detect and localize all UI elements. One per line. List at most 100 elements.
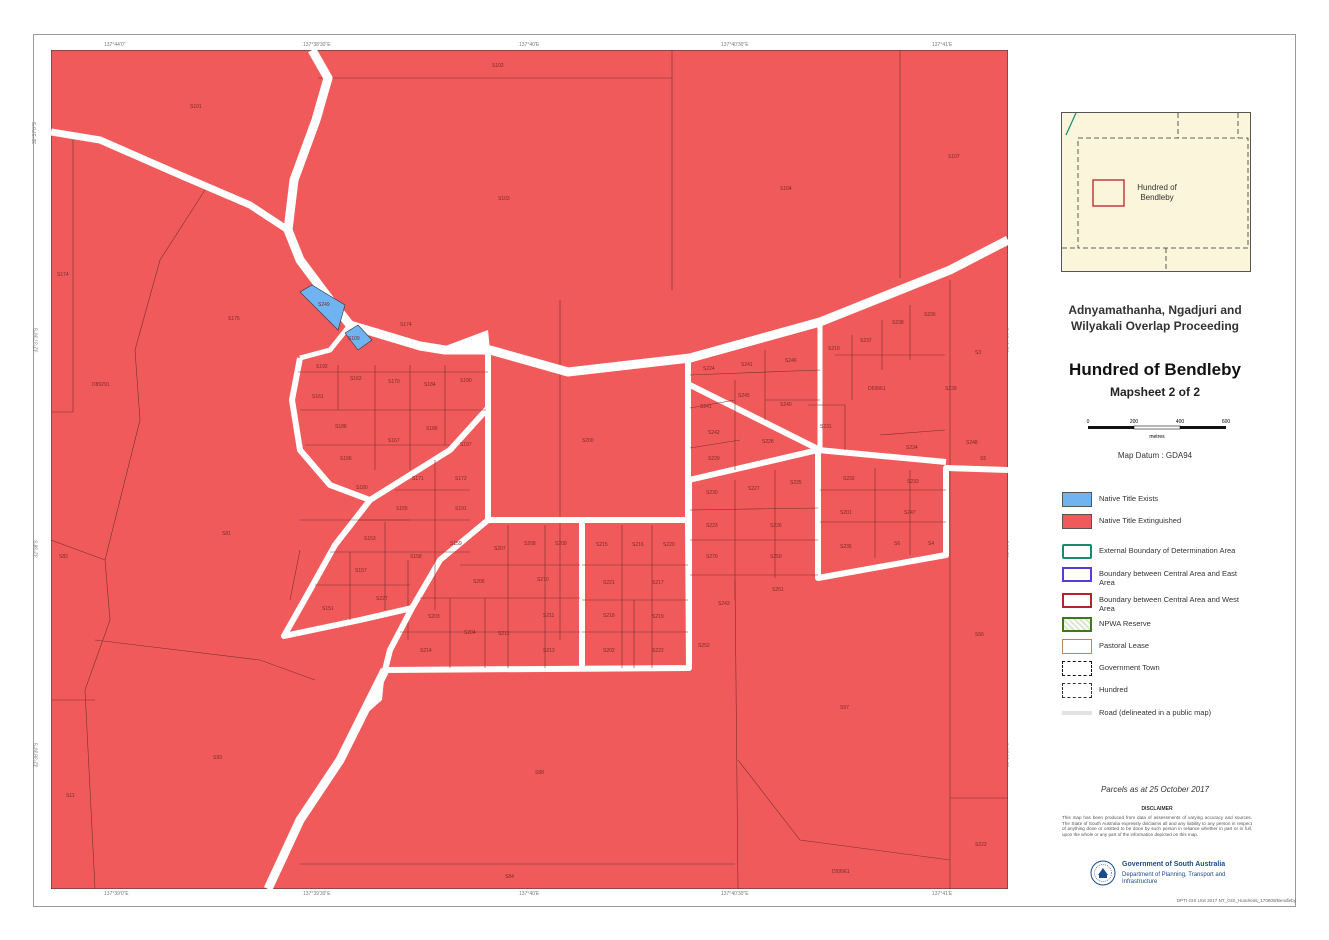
- parcel-label: S203: [428, 614, 440, 620]
- scale-bar: 0 200 400 600 metres: [1087, 419, 1230, 440]
- legend-label: Hundred: [1099, 685, 1128, 694]
- parcel-label: S248: [966, 440, 978, 446]
- parcel-label: S245: [738, 393, 750, 399]
- tick-left-4: 32°38'30"S: [33, 742, 40, 768]
- parcel-label: S234: [906, 445, 918, 451]
- proceeding-title: Adnyamathanha, Ngadjuri and Wilyakali Ov…: [1068, 303, 1242, 333]
- parcel-label: S239: [945, 386, 957, 392]
- legend-central-east-boundary: Boundary between Central Area and East A…: [1062, 567, 1262, 587]
- parcel-label: S235: [840, 544, 852, 550]
- parcel-label: S151: [322, 606, 334, 612]
- parcel-label: S190: [460, 378, 472, 384]
- parcel-label: S162: [350, 376, 362, 382]
- parcel-label: S167: [388, 438, 400, 444]
- parcel-label: S217: [652, 580, 664, 586]
- parcel-label: S157: [355, 568, 367, 574]
- page-title: Hundred of Bendleby: [1069, 360, 1241, 379]
- parcel-label: S222: [652, 648, 664, 654]
- parcel-label: S247: [904, 510, 916, 516]
- parcel-label: S222: [975, 842, 987, 848]
- parcel-label: S82: [59, 554, 68, 560]
- parcel-label: S214: [420, 648, 432, 654]
- parcel-label: S191: [455, 506, 467, 512]
- parcel-label: S196: [340, 456, 352, 462]
- parcel-label: S171: [412, 476, 424, 482]
- parcel-label: S232: [843, 476, 855, 482]
- tick-left-1: 32°37'0"S: [31, 122, 38, 144]
- parcel-label: S3: [975, 350, 981, 356]
- native-title-extinguished-area: [51, 50, 1008, 889]
- swatch-blue-fill: [1062, 492, 1092, 507]
- parcel-label: S219: [652, 614, 664, 620]
- parcel-label: S246: [785, 358, 797, 364]
- legend-external-boundary: External Boundary of Determination Area: [1062, 544, 1262, 562]
- legend-label: Pastoral Lease: [1099, 641, 1150, 650]
- tick-left-3: 32°38'S: [33, 540, 40, 558]
- legend-label: External Boundary of Determination Area: [1099, 546, 1236, 555]
- parcel-label: S225: [790, 480, 802, 486]
- parcel-label: S201: [840, 510, 852, 516]
- legend-npwa-reserve: NPWA Reserve: [1062, 617, 1262, 635]
- scale-tick: 600: [1222, 419, 1230, 425]
- legend-label: Native Title Exists: [1099, 494, 1159, 503]
- scale-tick: 200: [1130, 419, 1139, 425]
- parcel-label: S180: [356, 485, 368, 491]
- parcel-label: S227: [748, 486, 760, 492]
- parcel-label: S238: [892, 320, 904, 326]
- parcel-label: S241: [741, 362, 753, 368]
- swatch-long-dash-outline: [1062, 683, 1092, 698]
- parcel-label: S101: [190, 104, 202, 110]
- parcel-label: S208: [524, 541, 536, 547]
- cadastral-map[interactable]: S101 S102 S103 S104 S107 S174 S175 S174 …: [51, 50, 1008, 889]
- tick-bottom-3: 137°40'E: [519, 891, 540, 897]
- parcel-label: S230: [706, 490, 718, 496]
- legend-central-west-boundary: Boundary between Central Area and West A…: [1062, 593, 1262, 613]
- legend-label: Road (delineated in a public map): [1099, 708, 1212, 717]
- swatch-green-pattern: [1062, 617, 1092, 632]
- parcel-label: S97: [840, 705, 849, 711]
- legend-label: NPWA Reserve: [1099, 619, 1151, 628]
- parcel-label: S204: [464, 630, 476, 636]
- tick-bottom-5: 137°41'E: [932, 891, 953, 897]
- parcel-label: S224: [703, 366, 715, 372]
- swatch-red-fill: [1062, 514, 1092, 529]
- parcel-label: S188: [335, 424, 347, 430]
- parcel-label: S215: [596, 542, 608, 548]
- map-datum: Map Datum : GDA94: [1117, 451, 1193, 460]
- parcel-label: D59961: [868, 386, 886, 392]
- parcel-label: S240: [780, 402, 792, 408]
- parcel-label: S221: [603, 580, 615, 586]
- parcel-label: S202: [603, 648, 615, 654]
- parcel-label: S192: [316, 364, 328, 370]
- parcel-label: S84: [505, 874, 514, 880]
- tick-top-5: 137°41'E: [932, 42, 953, 48]
- inset-label: Hundred of Bendleby: [1137, 183, 1177, 202]
- parcel-label: S4: [928, 541, 934, 547]
- parcel-label: S210: [537, 577, 549, 583]
- scale-tick: 400: [1176, 419, 1185, 425]
- legend-label: Native Title Extinguished: [1099, 516, 1182, 525]
- parcel-label: S88: [535, 770, 544, 776]
- parcel-label: S209: [555, 541, 567, 547]
- parcel-label: S200: [582, 438, 594, 444]
- swatch-dashed-outline: [1062, 661, 1092, 676]
- parcel-label: S174: [57, 272, 69, 278]
- swatch-grey-line: [1062, 711, 1092, 715]
- bendleby-location-box: [1092, 179, 1125, 207]
- parcel-label: S213: [543, 648, 555, 654]
- parcel-label: S6: [894, 541, 900, 547]
- legend-hundred: Hundred: [1062, 683, 1262, 701]
- disclaimer-text: This map has been produced from data of …: [1062, 815, 1252, 837]
- parcel-label: S211: [543, 613, 555, 619]
- legend-government-town: Government Town: [1062, 661, 1262, 679]
- parcel-label: S231: [820, 424, 832, 430]
- parcel-label: S161: [312, 394, 324, 400]
- parcel-label: S216: [632, 542, 644, 548]
- parcel-label: S251: [772, 587, 784, 593]
- legend-label: Government Town: [1099, 663, 1160, 672]
- parcel-label: S175: [228, 316, 240, 322]
- parcel-label: S218: [603, 613, 615, 619]
- tick-left-2: 32°37'30"S: [33, 327, 40, 353]
- legend-road: Road (delineated in a public map): [1062, 706, 1262, 724]
- tick-bottom-1: 137°39'0"E: [104, 891, 129, 897]
